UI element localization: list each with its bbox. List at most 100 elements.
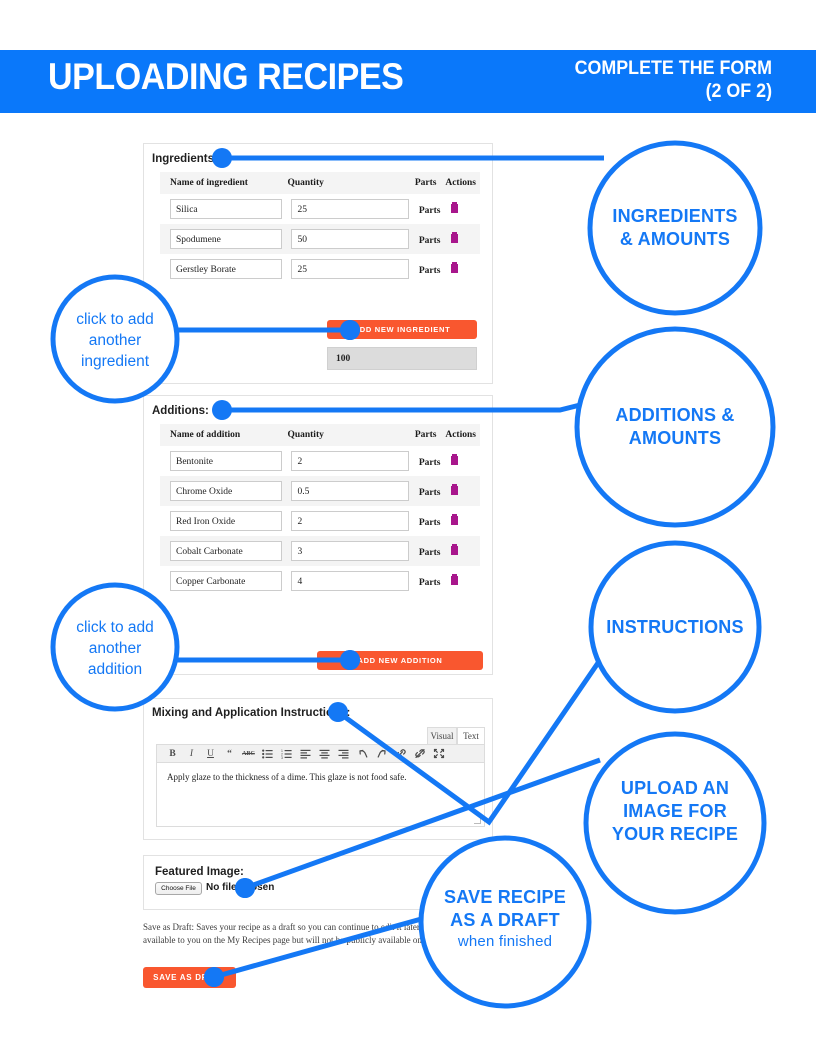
parts-label: Parts — [418, 236, 441, 246]
addition-quantity-input[interactable]: 4 — [291, 571, 410, 591]
parts-label: Parts — [418, 488, 441, 498]
align-right-icon[interactable] — [334, 745, 353, 762]
ingredients-total-field: 100 — [327, 347, 477, 370]
additions-label: Additions: — [152, 405, 209, 417]
editor-toolbar: B I U “ ABC 123 — [156, 744, 485, 763]
callout-ingredients-line1: INGREDIENTS — [612, 206, 738, 226]
ingredients-label: Ingredients: — [152, 153, 218, 165]
callout-ingredients-line2: & AMOUNTS — [619, 229, 731, 249]
col-name-of-ingredient: Name of ingredient — [160, 172, 288, 194]
addition-name-input[interactable]: Cobalt Carbonate — [170, 541, 282, 561]
instructions-editor-body[interactable]: Apply glaze to the thickness of a dime. … — [156, 763, 485, 827]
table-row: Copper Carbonate 4 Parts — [160, 566, 480, 596]
callout-upload-line2: IMAGE FOR — [623, 801, 727, 821]
parts-label: Parts — [418, 458, 441, 468]
ingredients-table: Name of ingredient Quantity Parts Action… — [160, 172, 480, 284]
ingredient-name-input[interactable]: Gerstley Borate — [170, 259, 282, 279]
align-left-icon[interactable] — [296, 745, 315, 762]
addition-name-input[interactable]: Red Iron Oxide — [170, 511, 282, 531]
callout-upload-line1: UPLOAD AN — [620, 778, 730, 798]
parts-label: Parts — [418, 518, 441, 528]
addition-quantity-input[interactable]: 2 — [291, 511, 410, 531]
redo-icon[interactable] — [372, 745, 391, 762]
insert-link-icon[interactable] — [391, 745, 410, 762]
page-header: UPLOADING RECIPES COMPLETE THE FORM (2 O… — [0, 50, 816, 113]
bold-icon[interactable]: B — [163, 745, 182, 762]
additions-header-row: Name of addition Quantity Parts Actions — [160, 424, 480, 446]
header-subtitle: COMPLETE THE FORM (2 OF 2) — [575, 57, 772, 103]
callout-additions-line2: AMOUNTS — [628, 428, 722, 448]
editor-tab-text[interactable]: Text — [457, 727, 485, 744]
editor-tab-visual[interactable]: Visual — [427, 727, 457, 744]
blockquote-icon[interactable]: “ — [220, 745, 239, 762]
addition-quantity-input[interactable]: 0.5 — [291, 481, 410, 501]
parts-label: Parts — [418, 206, 441, 216]
bulleted-list-icon[interactable] — [258, 745, 277, 762]
fullscreen-icon[interactable] — [429, 745, 448, 762]
addition-quantity-input[interactable]: 2 — [291, 451, 410, 471]
resize-grip-icon[interactable] — [474, 817, 481, 824]
ingredient-quantity-input[interactable]: 25 — [291, 259, 410, 279]
col-name-of-addition: Name of addition — [160, 424, 288, 446]
featured-image-label: Featured Image: — [155, 866, 244, 878]
header-subtitle-line1: COMPLETE THE FORM — [574, 58, 772, 79]
align-center-icon[interactable] — [315, 745, 334, 762]
table-row: Spodumene 50 Parts — [160, 224, 480, 254]
trash-icon[interactable] — [451, 514, 459, 525]
choose-file-button[interactable]: Choose File — [155, 882, 202, 895]
numbered-list-icon[interactable]: 123 — [277, 745, 296, 762]
parts-label: Parts — [418, 578, 441, 588]
callout-circle-upload-image — [583, 731, 767, 915]
trash-icon[interactable] — [451, 544, 459, 555]
trash-icon[interactable] — [451, 484, 459, 495]
instructions-body-text: Apply glaze to the thickness of a dime. … — [167, 772, 407, 782]
trash-icon[interactable] — [451, 232, 459, 243]
callout-additions-line1: ADDITIONS & — [615, 405, 735, 425]
add-new-ingredient-button[interactable]: ADD NEW INGREDIENT — [327, 320, 477, 339]
parts-label: Parts — [418, 266, 441, 276]
addition-name-input[interactable]: Copper Carbonate — [170, 571, 282, 591]
col-parts: Parts — [414, 172, 446, 194]
callout-label-additions: ADDITIONS & AMOUNTS — [575, 404, 775, 450]
instructions-label: Mixing and Application Instructions: — [152, 707, 351, 719]
callout-label-upload-image: UPLOAD AN IMAGE FOR YOUR RECIPE — [575, 777, 775, 846]
remove-link-icon[interactable] — [410, 745, 429, 762]
italic-icon[interactable]: I — [182, 745, 201, 762]
ingredients-header-row: Name of ingredient Quantity Parts Action… — [160, 172, 480, 194]
trash-icon[interactable] — [451, 202, 459, 213]
ingredient-name-input[interactable]: Spodumene — [170, 229, 282, 249]
table-row: Red Iron Oxide 2 Parts — [160, 506, 480, 536]
addition-name-input[interactable]: Bentonite — [170, 451, 282, 471]
col-actions: Actions — [445, 172, 480, 194]
ingredient-quantity-input[interactable]: 25 — [291, 199, 410, 219]
callout-instructions-line1: INSTRUCTIONS — [606, 617, 744, 637]
callout-circle-ingredients — [587, 140, 763, 316]
save-as-draft-note: Save as Draft: Saves your recipe as a dr… — [143, 922, 457, 945]
undo-icon[interactable] — [353, 745, 372, 762]
trash-icon[interactable] — [451, 454, 459, 465]
trash-icon[interactable] — [451, 574, 459, 585]
trash-icon[interactable] — [451, 262, 459, 273]
underline-icon[interactable]: U — [201, 745, 220, 762]
addition-quantity-input[interactable]: 3 — [291, 541, 410, 561]
addition-name-input[interactable]: Chrome Oxide — [170, 481, 282, 501]
strikethrough-icon[interactable]: ABC — [239, 745, 258, 762]
table-row: Cobalt Carbonate 3 Parts — [160, 536, 480, 566]
col-actions: Actions — [445, 424, 480, 446]
parts-label: Parts — [418, 548, 441, 558]
table-row: Gerstley Borate 25 Parts — [160, 254, 480, 284]
ingredient-quantity-input[interactable]: 50 — [291, 229, 410, 249]
col-quantity: Quantity — [287, 172, 415, 194]
save-as-draft-button[interactable]: SAVE AS DRAFT — [143, 967, 236, 988]
additions-table: Name of addition Quantity Parts Actions … — [160, 424, 480, 596]
ingredient-name-input[interactable]: Silica — [170, 199, 282, 219]
col-quantity: Quantity — [287, 424, 415, 446]
table-row: Bentonite 2 Parts — [160, 446, 480, 476]
callout-label-instructions: INSTRUCTIONS — [575, 616, 775, 639]
callout-label-ingredients: INGREDIENTS & AMOUNTS — [575, 205, 775, 251]
callout-upload-line3: YOUR RECIPE — [611, 824, 739, 844]
callout-circle-additions — [574, 326, 776, 528]
col-parts: Parts — [414, 424, 446, 446]
no-file-chosen-text: No file chosen — [206, 882, 275, 893]
add-new-addition-button[interactable]: ADD NEW ADDITION — [317, 651, 483, 670]
